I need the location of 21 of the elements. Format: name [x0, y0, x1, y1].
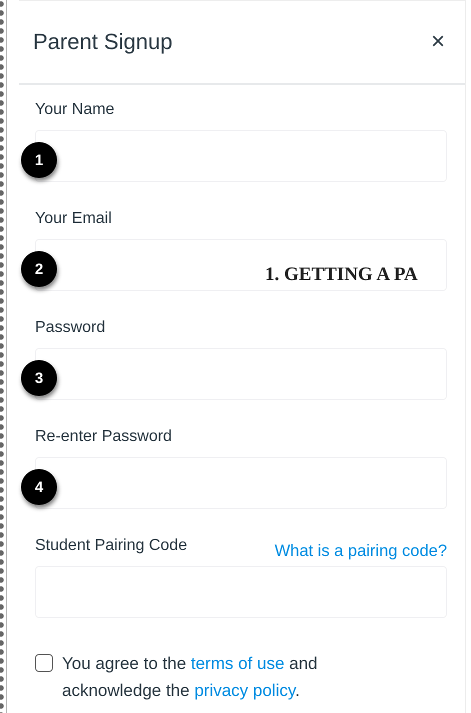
input-field[interactable] — [35, 130, 447, 182]
dialog-title: Parent Signup — [33, 29, 172, 55]
section-heading: 1. GETTING A PA — [265, 264, 418, 286]
field-label: Your Email — [35, 210, 112, 228]
field-label: Your Name — [35, 101, 114, 119]
field-label: Re-enter Password — [35, 428, 172, 446]
step-badge: 4 — [21, 469, 57, 505]
step-badge: 1 — [21, 142, 57, 178]
agreement-text: You agree to the terms of use and acknowledge the privacy policy. — [62, 653, 319, 702]
input-field[interactable] — [35, 348, 447, 400]
help-link[interactable]: What is a pairing code? — [274, 542, 447, 561]
close-button[interactable]: × — [426, 28, 449, 56]
field-label: Student Pairing Code — [35, 537, 188, 555]
agree-checkbox[interactable] — [35, 654, 53, 672]
step-badge: 2 — [21, 251, 57, 287]
input-field[interactable] — [35, 457, 447, 509]
input-field[interactable] — [35, 239, 447, 291]
policy-link[interactable]: terms of use — [190, 654, 284, 673]
step-badge: 3 — [21, 360, 57, 396]
policy-link[interactable]: privacy policy — [194, 681, 296, 700]
field-label: Password — [35, 319, 106, 337]
